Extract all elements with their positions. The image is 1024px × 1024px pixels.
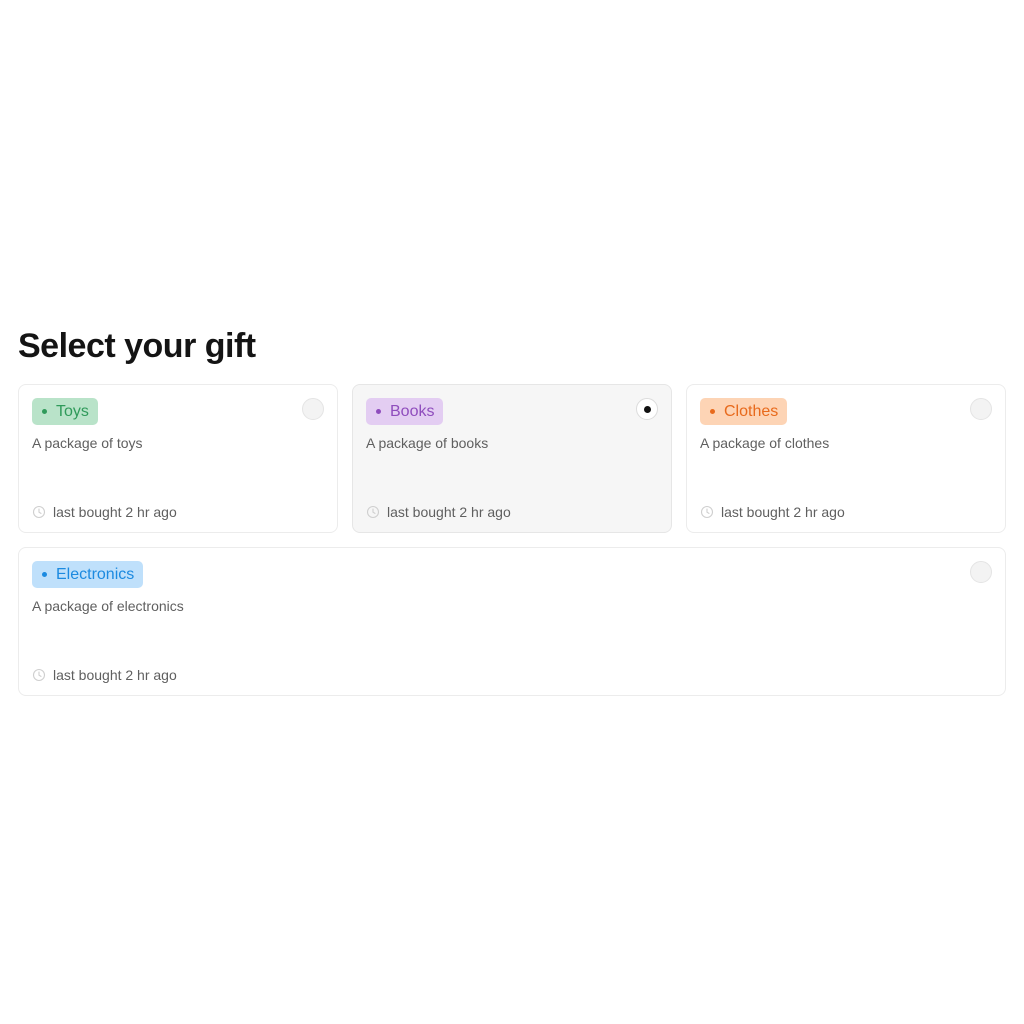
gift-radio-books[interactable] <box>636 398 658 420</box>
gift-radio-electronics[interactable] <box>970 561 992 583</box>
last-bought: last bought 2 hr ago <box>700 503 845 521</box>
gift-description: A package of toys <box>32 435 143 451</box>
last-bought-text: last bought 2 hr ago <box>721 504 845 520</box>
last-bought-text: last bought 2 hr ago <box>387 504 511 520</box>
dot-icon <box>42 409 47 414</box>
gift-options: Toys A package of toys last bought 2 hr … <box>18 384 1006 696</box>
gift-option-electronics[interactable]: Electronics A package of electronics las… <box>18 547 1006 696</box>
gift-tag-books: Books <box>366 398 444 425</box>
gift-option-toys[interactable]: Toys A package of toys last bought 2 hr … <box>18 384 338 533</box>
gift-tag-toys: Toys <box>32 398 98 425</box>
last-bought-text: last bought 2 hr ago <box>53 504 177 520</box>
gift-option-books[interactable]: Books A package of books last bought 2 h… <box>352 384 672 533</box>
gift-description: A package of clothes <box>700 435 830 451</box>
gift-radio-toys[interactable] <box>302 398 324 420</box>
gift-tag-label: Toys <box>56 403 89 420</box>
gift-tag-electronics: Electronics <box>32 561 144 588</box>
gift-option-clothes[interactable]: Clothes A package of clothes last bought… <box>686 384 1006 533</box>
last-bought: last bought 2 hr ago <box>32 666 177 684</box>
gift-description: A package of electronics <box>32 598 184 614</box>
dot-icon <box>376 409 381 414</box>
gift-description: A package of books <box>366 435 489 451</box>
last-bought-text: last bought 2 hr ago <box>53 667 177 683</box>
gift-tag-label: Books <box>390 403 435 420</box>
clock-icon <box>32 668 46 682</box>
gift-tag-label: Clothes <box>724 403 779 420</box>
clock-icon <box>32 505 46 519</box>
gift-selector: Select your gift Toys A package of toys … <box>18 322 1006 696</box>
dot-icon <box>42 572 47 577</box>
last-bought: last bought 2 hr ago <box>366 503 511 521</box>
gift-tag-clothes: Clothes <box>700 398 788 425</box>
clock-icon <box>366 505 380 519</box>
clock-icon <box>700 505 714 519</box>
gift-radio-clothes[interactable] <box>970 398 992 420</box>
page-title: Select your gift <box>18 327 256 365</box>
gift-tag-label: Electronics <box>56 566 135 583</box>
dot-icon <box>710 409 715 414</box>
last-bought: last bought 2 hr ago <box>32 503 177 521</box>
